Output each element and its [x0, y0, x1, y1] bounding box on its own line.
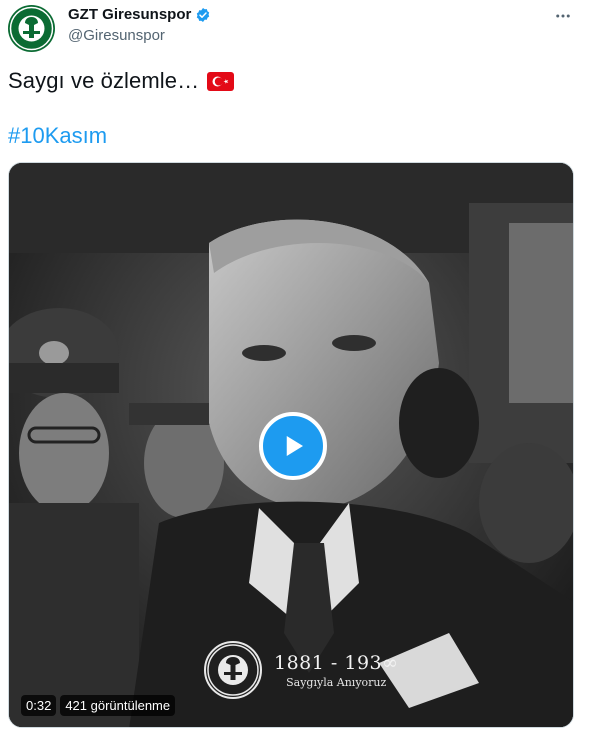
more-icon [556, 14, 570, 18]
view-count-badge: 421 görüntülenme [60, 695, 176, 716]
watermark-subtitle: Saygıyla Anıyoruz [286, 675, 387, 689]
tweet-header: GZT Giresunspor @Giresunspor [0, 0, 589, 56]
tweet-text: Saygı ve özlemle… [8, 68, 235, 94]
duration-badge: 0:32 [21, 695, 57, 716]
turkey-flag-icon [207, 71, 235, 91]
avatar[interactable] [8, 5, 55, 52]
tweet-text-body: Saygı ve özlemle… [8, 68, 200, 93]
club-logo-icon [9, 6, 54, 51]
hashtag-link[interactable]: #10Kasım [8, 123, 107, 149]
watermark-logo-icon [204, 641, 262, 699]
display-name[interactable]: GZT Giresunspor [68, 6, 191, 23]
more-options-button[interactable] [551, 4, 575, 28]
video-badges: 0:32 421 görüntülenme [21, 695, 176, 716]
play-button[interactable] [259, 412, 327, 480]
video-player[interactable]: 1881 - 193∞ Saygıyla Anıyoruz 0:32 421 g… [8, 162, 574, 728]
play-icon [286, 436, 303, 456]
watermark-years: 1881 - 193∞ [274, 651, 399, 674]
handle[interactable]: @Giresunspor [68, 27, 165, 44]
video-watermark: 1881 - 193∞ Saygıyla Anıyoruz [204, 641, 398, 699]
verified-badge-icon [195, 7, 211, 23]
